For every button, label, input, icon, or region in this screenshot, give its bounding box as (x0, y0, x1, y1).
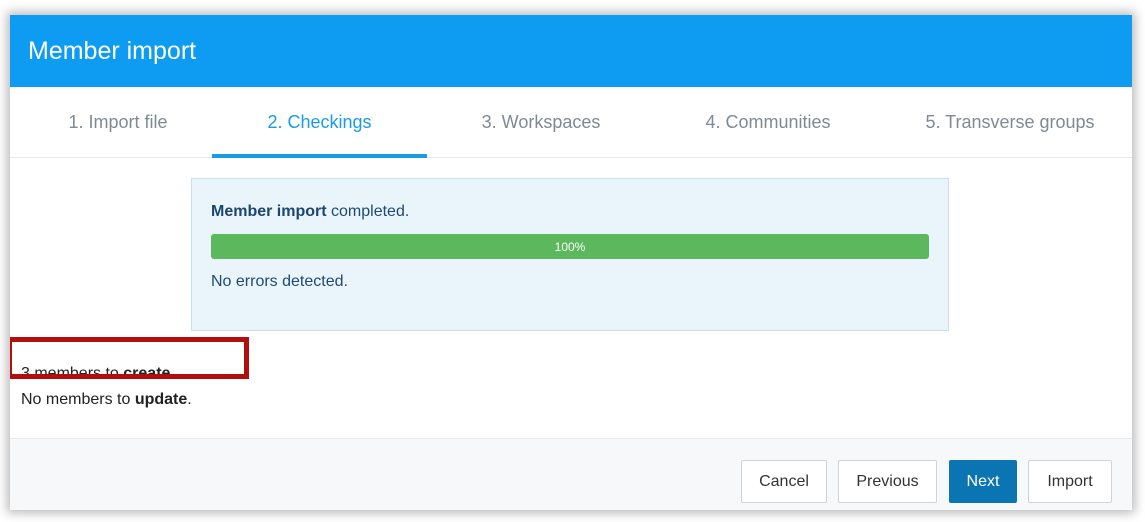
update-suffix: . (187, 391, 192, 408)
import-button[interactable]: Import (1028, 460, 1112, 503)
import-status-strong: Member import (211, 203, 327, 220)
update-prefix: No members to (21, 391, 135, 408)
tab-workspaces[interactable]: 3. Workspaces (433, 87, 649, 157)
previous-button[interactable]: Previous (838, 460, 937, 503)
tab-label: 4. Communities (705, 111, 831, 132)
tab-label: 3. Workspaces (481, 111, 601, 132)
dialog-body: Member import completed. 100% No errors … (10, 158, 1132, 438)
progress-fill: 100% (211, 234, 929, 259)
highlight-box (10, 337, 249, 379)
tab-communities[interactable]: 4. Communities (660, 87, 876, 157)
wizard-tabs: 1. Import file 2. Checkings 3. Workspace… (10, 87, 1132, 158)
tab-label: 1. Import file (68, 111, 168, 132)
import-status-message: Member import completed. (211, 203, 929, 221)
tab-transverse-groups[interactable]: 5. Transverse groups (890, 87, 1130, 157)
progress-label: 100% (554, 239, 586, 254)
tab-label: 2. Checkings (267, 111, 372, 132)
tab-checkings[interactable]: 2. Checkings (212, 87, 427, 158)
dialog-title: Member import (28, 36, 197, 65)
next-button[interactable]: Next (949, 460, 1017, 503)
import-progress-bar: 100% (211, 234, 929, 259)
update-strong: update (134, 391, 188, 408)
dialog-header: Member import (10, 15, 1132, 87)
tab-label: 5. Transverse groups (925, 111, 1095, 132)
error-status-text: No errors detected. (211, 273, 348, 290)
tab-import-file[interactable]: 1. Import file (10, 87, 226, 157)
import-status-rest: completed. (326, 203, 410, 220)
update-summary-line: No members to update. (21, 387, 192, 413)
member-import-dialog: Member import 1. Import file 2. Checking… (10, 15, 1132, 510)
import-status-alert: Member import completed. 100% No errors … (191, 178, 949, 331)
cancel-button[interactable]: Cancel (741, 460, 827, 503)
dialog-footer: Cancel Previous Next Import (10, 438, 1132, 510)
